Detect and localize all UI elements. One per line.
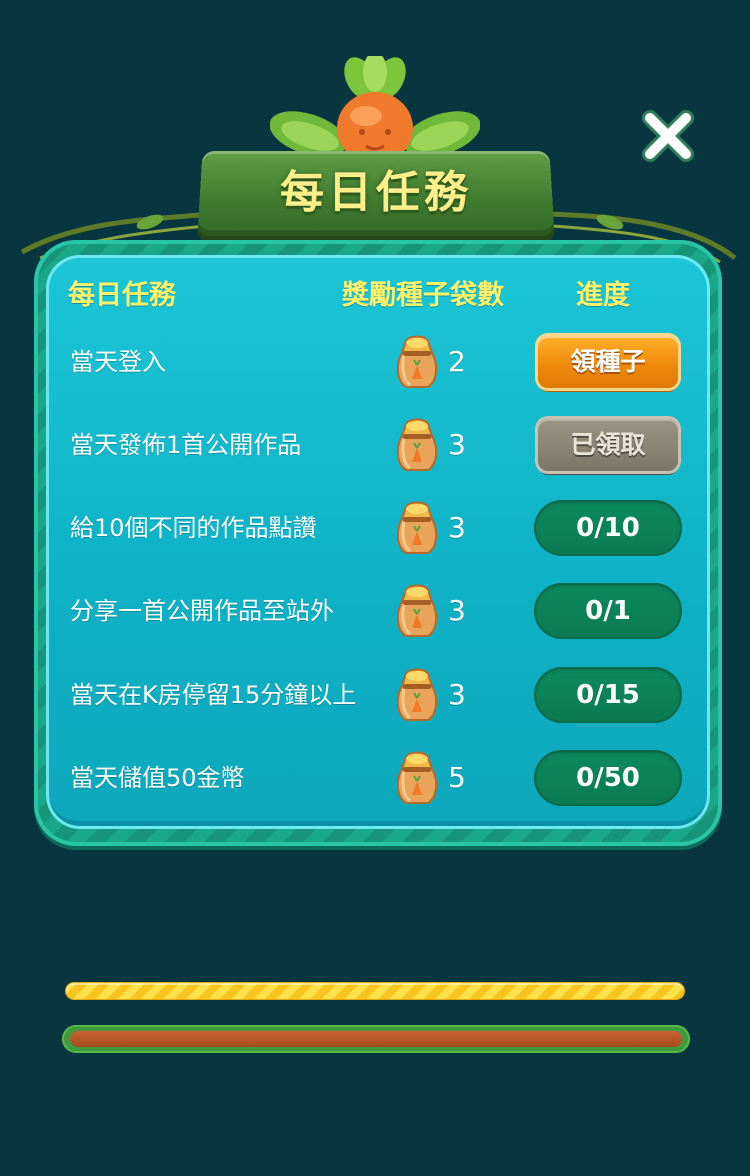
task-label: 當天儲值50金幣 xyxy=(70,764,245,792)
progress-pill: 0/10 xyxy=(534,500,682,556)
progress-pill: 0/15 xyxy=(534,667,682,723)
task-row: 當天儲值50金幣 5 0/50 xyxy=(46,743,710,813)
seed-count: 3 xyxy=(448,678,466,711)
seed-bag-icon xyxy=(396,668,438,722)
seed-bag-icon xyxy=(396,584,438,638)
task-label: 給10個不同的作品點讚 xyxy=(70,514,317,542)
task-label: 當天在K房停留15分鐘以上 xyxy=(70,681,357,709)
seed-count: 3 xyxy=(448,594,466,627)
seed-count: 3 xyxy=(448,428,466,461)
progress-pill: 0/1 xyxy=(534,583,682,639)
task-row: 分享一首公開作品至站外 3 0/1 xyxy=(46,576,710,646)
task-label: 當天登入 xyxy=(70,348,166,376)
task-row: 當天登入 2 領種子 xyxy=(46,327,710,397)
seed-bag-icon xyxy=(396,751,438,805)
task-row: 當天在K房停留15分鐘以上 3 0/15 xyxy=(46,660,710,730)
header-task: 每日任務 xyxy=(68,280,176,311)
seed-count: 3 xyxy=(448,511,466,544)
task-row: 給10個不同的作品點讚 3 0/10 xyxy=(46,493,710,563)
task-row: 當天發佈1首公開作品 3 已領取 xyxy=(46,410,710,480)
task-label: 當天發佈1首公開作品 xyxy=(70,431,302,459)
progress-pill: 0/50 xyxy=(534,750,682,806)
gold-rope-bar xyxy=(66,983,684,999)
soil-bar xyxy=(70,1031,682,1047)
seed-bag-icon xyxy=(396,501,438,555)
seed-bag-icon xyxy=(396,335,438,389)
daily-tasks-screen: 每日任務 每日任務 獎勵種子袋數 進度 當天登入 2 領種子 當天發佈1首公開作… xyxy=(0,0,750,1176)
seed-count: 5 xyxy=(448,761,466,794)
task-label: 分享一首公開作品至站外 xyxy=(70,597,334,625)
claim-seeds-button[interactable]: 領種子 xyxy=(538,336,678,388)
seed-count: 2 xyxy=(448,345,466,378)
close-x-icon[interactable] xyxy=(640,108,696,164)
header-progress: 進度 xyxy=(576,280,630,311)
carrot-icon xyxy=(270,56,480,164)
dialog-title: 每日任務 xyxy=(280,167,472,218)
header-reward: 獎勵種子袋數 xyxy=(342,280,504,311)
claimed-button[interactable]: 已領取 xyxy=(538,419,678,471)
seed-bag-icon xyxy=(396,418,438,472)
